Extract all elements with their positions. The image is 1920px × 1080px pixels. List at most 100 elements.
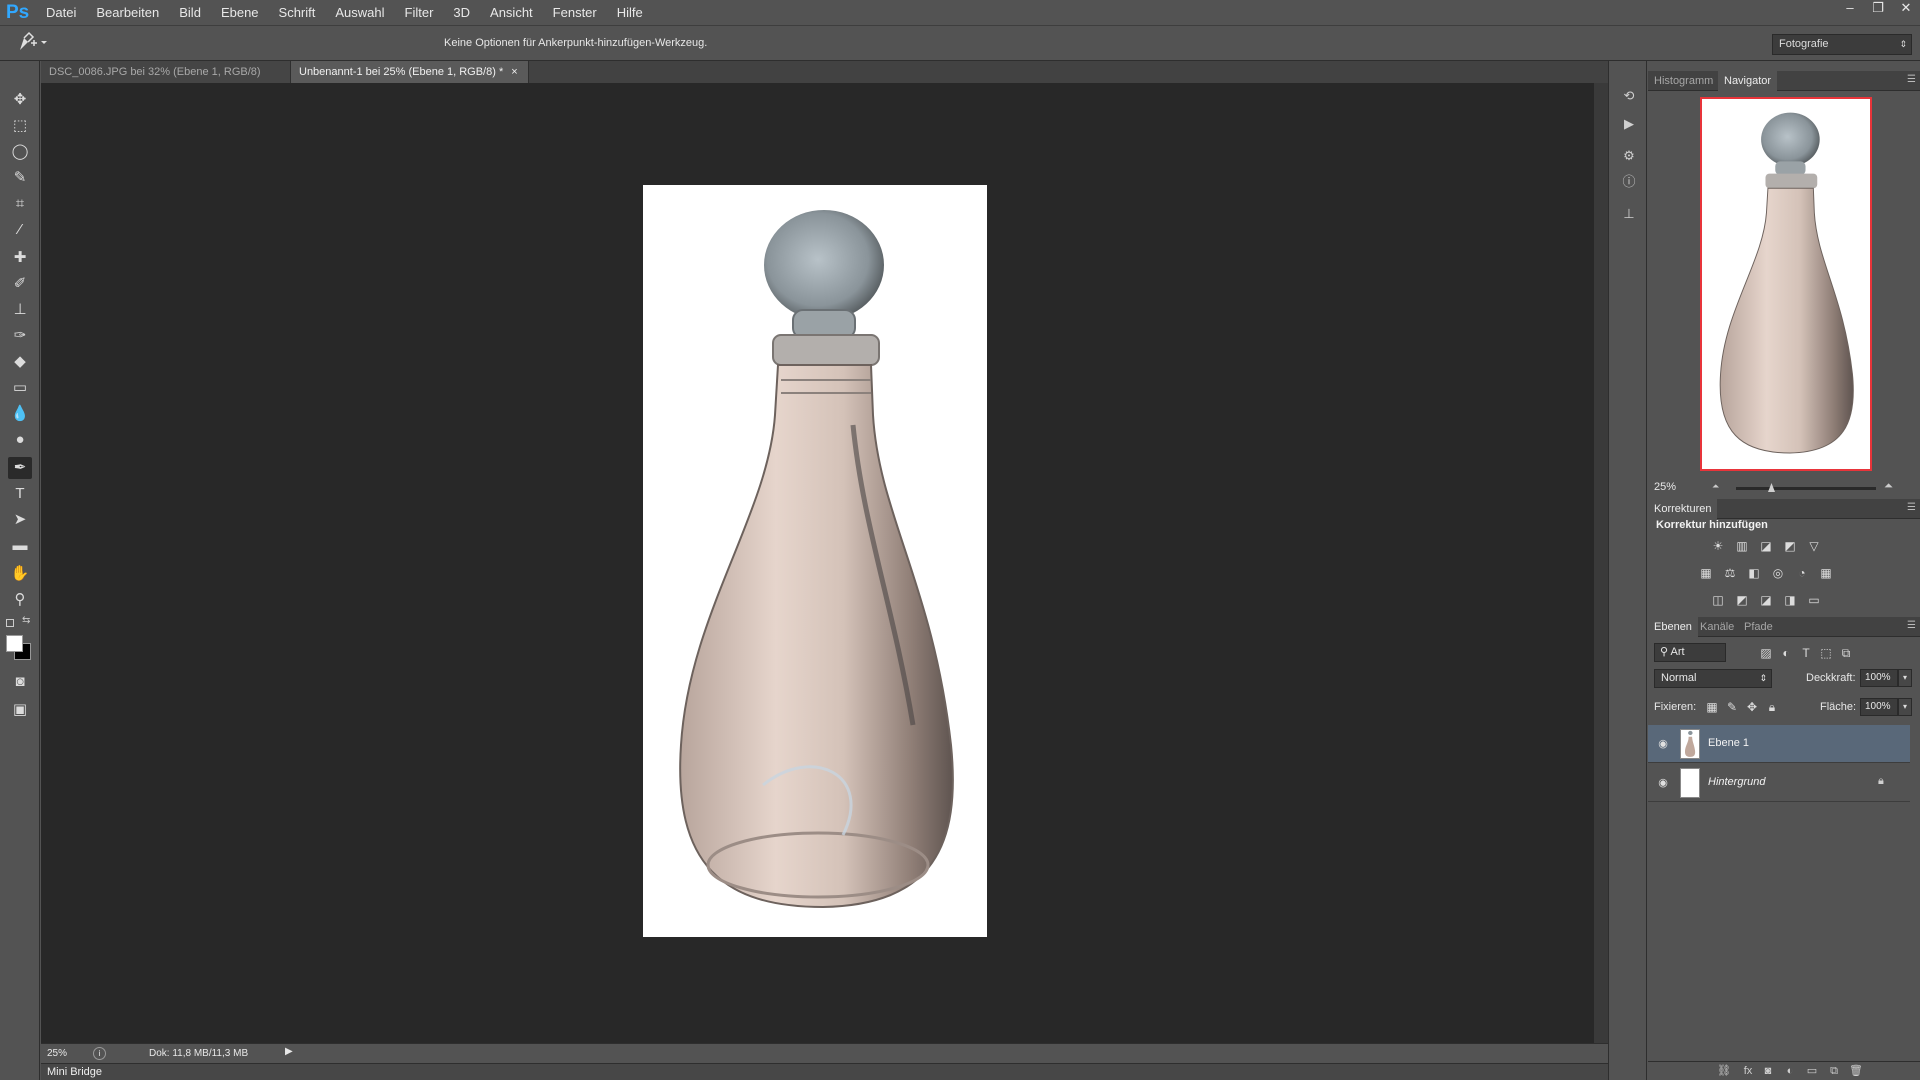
info-icon[interactable]: i bbox=[93, 1047, 106, 1060]
swap-colors-icon[interactable]: ⇆ bbox=[22, 615, 30, 626]
mini-bridge-panel[interactable]: Mini Bridge bbox=[41, 1063, 1608, 1080]
menu-filter[interactable]: Filter bbox=[395, 0, 444, 25]
link-layers-icon[interactable]: ⛓ bbox=[1716, 1064, 1732, 1078]
opacity-input[interactable]: 100% bbox=[1860, 669, 1898, 687]
menu-auswahl[interactable]: Auswahl bbox=[325, 0, 394, 25]
menu-3d[interactable]: 3D bbox=[443, 0, 480, 25]
zoom-tool-icon[interactable]: ⚲ bbox=[8, 589, 32, 611]
new-layer-icon[interactable]: ⧉ bbox=[1826, 1064, 1842, 1078]
workspace-select[interactable]: Fotografie ⇕ bbox=[1772, 34, 1912, 55]
lock-transparency-icon[interactable]: ▦ bbox=[1704, 700, 1720, 714]
foreground-color-swatch[interactable] bbox=[6, 635, 23, 652]
document-canvas[interactable] bbox=[643, 185, 987, 937]
eye-icon[interactable]: ◉ bbox=[1656, 737, 1670, 750]
tab-ebenen[interactable]: Ebenen bbox=[1648, 617, 1698, 637]
panel-menu-icon[interactable]: ☰ bbox=[1907, 74, 1916, 85]
navigator-zoom-value[interactable]: 25% bbox=[1654, 481, 1676, 493]
close-button[interactable]: ✕ bbox=[1892, 0, 1920, 18]
filter-shape-icon[interactable]: ⬚ bbox=[1818, 646, 1834, 660]
menu-datei[interactable]: Datei bbox=[36, 0, 86, 25]
layer-style-icon[interactable]: fx bbox=[1740, 1064, 1756, 1078]
layer-name[interactable]: Ebene 1 bbox=[1708, 737, 1749, 749]
shape-tool-icon[interactable]: ▬ bbox=[8, 535, 32, 557]
brush-tool-icon[interactable]: ✐ bbox=[8, 273, 32, 295]
hand-tool-icon[interactable]: ✋ bbox=[8, 563, 32, 585]
tab-histogramm[interactable]: Histogramm bbox=[1648, 71, 1719, 91]
info-panel-icon[interactable]: ⓘ bbox=[1620, 173, 1638, 191]
blend-mode-select[interactable]: Normal ⇕ bbox=[1654, 669, 1772, 688]
channel-mixer-icon[interactable]: ◔ bbox=[1794, 566, 1810, 580]
curves-icon[interactable]: ◪ bbox=[1758, 539, 1774, 553]
minimize-button[interactable]: – bbox=[1836, 0, 1864, 18]
tab-pfade[interactable]: Pfade bbox=[1738, 617, 1779, 637]
eyedropper-tool-icon[interactable]: ⁄ bbox=[8, 219, 32, 241]
tab-korrekturen[interactable]: Korrekturen bbox=[1648, 499, 1718, 519]
actions-panel-icon[interactable]: ▶ bbox=[1620, 115, 1638, 133]
fill-input[interactable]: 100% bbox=[1860, 698, 1898, 716]
screen-mode-icon[interactable]: ▣ bbox=[8, 699, 32, 721]
selective-color-icon[interactable]: ◨ bbox=[1782, 593, 1798, 607]
tab-unbenannt-1[interactable]: Unbenannt-1 bei 25% (Ebene 1, RGB/8) * × bbox=[291, 61, 529, 83]
filter-smart-object-icon[interactable]: ⧉ bbox=[1838, 646, 1854, 660]
exposure-icon[interactable]: ◩ bbox=[1782, 539, 1798, 553]
healing-brush-tool-icon[interactable]: ✚ bbox=[8, 247, 32, 269]
menu-hilfe[interactable]: Hilfe bbox=[607, 0, 653, 25]
black-white-icon[interactable]: ◧ bbox=[1746, 566, 1762, 580]
photo-filter-icon[interactable]: ◎ bbox=[1770, 566, 1786, 580]
threshold-icon[interactable]: ◪ bbox=[1758, 593, 1774, 607]
lock-image-icon[interactable]: ✎ bbox=[1724, 700, 1740, 714]
lock-position-icon[interactable]: ✥ bbox=[1744, 700, 1760, 714]
panel-menu-icon[interactable]: ☰ bbox=[1907, 620, 1916, 631]
eye-icon[interactable]: ◉ bbox=[1656, 776, 1670, 789]
lock-all-icon[interactable]: 🔒︎ bbox=[1764, 700, 1780, 714]
type-tool-icon[interactable]: T bbox=[8, 483, 32, 505]
gradient-map-icon[interactable]: ▭ bbox=[1806, 593, 1822, 607]
invert-icon[interactable]: ◫ bbox=[1710, 593, 1726, 607]
menu-fenster[interactable]: Fenster bbox=[543, 0, 607, 25]
hue-saturation-icon[interactable]: ▦ bbox=[1698, 566, 1714, 580]
adjustment-layer-icon[interactable]: ◐ bbox=[1782, 1064, 1798, 1078]
layer-name[interactable]: Hintergrund bbox=[1708, 776, 1765, 788]
posterize-icon[interactable]: ◩ bbox=[1734, 593, 1750, 607]
restore-button[interactable]: ❐ bbox=[1864, 0, 1892, 18]
navigator-preview[interactable] bbox=[1700, 97, 1872, 471]
menu-bearbeiten[interactable]: Bearbeiten bbox=[86, 0, 169, 25]
add-mask-icon[interactable]: ◙ bbox=[1760, 1064, 1776, 1078]
tab-dsc-0086[interactable]: DSC_0086.JPG bei 32% (Ebene 1, RGB/8) *× bbox=[41, 61, 291, 100]
quick-selection-tool-icon[interactable]: ✎ bbox=[8, 167, 32, 189]
panel-menu-icon[interactable]: ☰ bbox=[1907, 502, 1916, 513]
opacity-dropdown-icon[interactable]: ▾ bbox=[1898, 669, 1912, 687]
zoom-out-icon[interactable]: ⏶ bbox=[1712, 481, 1719, 492]
vertical-scrollbar[interactable] bbox=[1594, 83, 1608, 1043]
lasso-tool-icon[interactable]: ◯ bbox=[8, 141, 32, 163]
levels-icon[interactable]: ▥ bbox=[1734, 539, 1750, 553]
tab-navigator[interactable]: Navigator bbox=[1718, 71, 1778, 91]
status-zoom[interactable]: 25% bbox=[47, 1048, 67, 1059]
gradient-tool-icon[interactable]: ▭ bbox=[8, 377, 32, 399]
layer-filter-select[interactable]: ⚲ Art bbox=[1654, 643, 1726, 662]
move-tool-icon[interactable]: ✥ bbox=[8, 89, 32, 111]
blur-tool-icon[interactable]: 💧 bbox=[8, 403, 32, 425]
eraser-tool-icon[interactable]: ◆ bbox=[8, 351, 32, 373]
menu-ansicht[interactable]: Ansicht bbox=[480, 0, 543, 25]
fill-dropdown-icon[interactable]: ▾ bbox=[1898, 698, 1912, 716]
color-balance-icon[interactable]: ⚖ bbox=[1722, 566, 1738, 580]
tab-kanaele[interactable]: Kanäle bbox=[1694, 617, 1740, 637]
clone-source-panel-icon[interactable]: ⊥ bbox=[1620, 205, 1638, 223]
close-icon[interactable]: × bbox=[511, 66, 517, 78]
pen-tool-icon[interactable]: ✒ bbox=[8, 457, 32, 479]
marquee-tool-icon[interactable]: ⬚ bbox=[8, 115, 32, 137]
quick-mask-icon[interactable]: ◙ bbox=[8, 671, 32, 693]
history-brush-tool-icon[interactable]: ✑ bbox=[8, 325, 32, 347]
delete-layer-icon[interactable]: 🗑︎ bbox=[1848, 1064, 1864, 1078]
brightness-icon[interactable]: ☀ bbox=[1710, 539, 1726, 553]
color-lookup-icon[interactable]: ▦ bbox=[1818, 566, 1834, 580]
filter-pixel-icon[interactable]: ▨ bbox=[1758, 646, 1774, 660]
path-selection-tool-icon[interactable]: ➤ bbox=[8, 509, 32, 531]
crop-tool-icon[interactable]: ⌗ bbox=[8, 193, 32, 215]
zoom-in-icon[interactable]: ⏶ bbox=[1884, 480, 1893, 493]
default-colors-icon[interactable] bbox=[6, 619, 14, 627]
new-group-icon[interactable]: ▭ bbox=[1804, 1064, 1820, 1078]
filter-type-icon[interactable]: T bbox=[1798, 646, 1814, 660]
menu-schrift[interactable]: Schrift bbox=[269, 0, 326, 25]
